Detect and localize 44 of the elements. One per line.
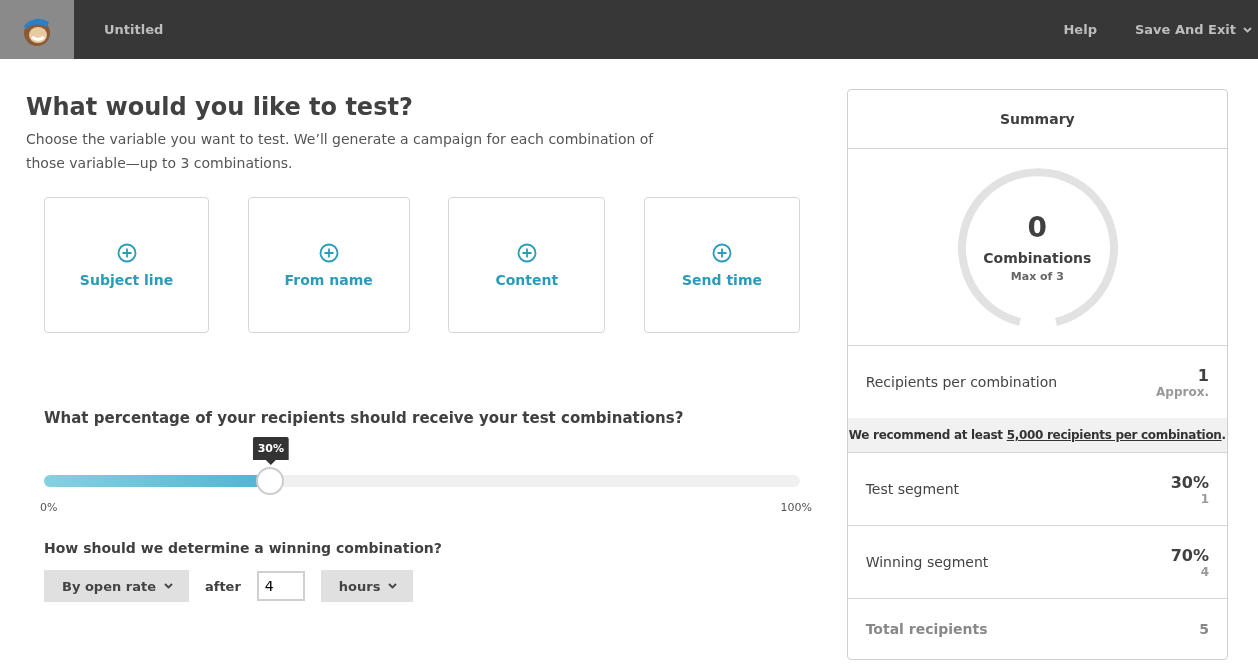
plus-circle-icon (711, 242, 732, 263)
recipients-label: Recipients per combination (865, 374, 1058, 390)
caret-icon (163, 583, 173, 589)
combinations-label: Combinations (983, 250, 1092, 266)
variable-card[interactable]: Send time (643, 197, 800, 333)
slider-thumb[interactable] (255, 467, 284, 495)
recommendation-link[interactable]: 5,000 recipients per combination (1006, 428, 1222, 442)
variable-card[interactable]: Content (448, 197, 606, 333)
segment-label: Test segment (865, 481, 960, 497)
segment-percent: 70% (1170, 545, 1209, 565)
save-and-exit-menu[interactable]: Save And Exit (1134, 22, 1252, 37)
approx-note: Approx. (1156, 384, 1209, 399)
caret-icon (388, 583, 398, 589)
campaign-title: Untitled (104, 22, 165, 37)
page-description: Choose the variable you want to test. We’ll generate a campaign for each combination of those variable—up to 3 combinations. (26, 130, 655, 173)
winner-question: How should we determine a winning combination? (44, 540, 443, 556)
value-tooltip: 30% (252, 437, 289, 465)
max-label: Max of 3 (1010, 270, 1064, 283)
recipients-value: 1 (1197, 365, 1209, 385)
unit-dropdown[interactable]: hours (320, 570, 414, 602)
segment-count: 4 (1200, 564, 1209, 579)
caret-icon (1243, 26, 1252, 33)
combination-count: 0 (1027, 211, 1048, 244)
segment-label: Winning segment (865, 554, 989, 570)
slider-track[interactable] (44, 467, 800, 495)
total-label: Total recipients (865, 621, 988, 637)
segment-percent: 30% (1170, 472, 1209, 492)
min-label: 0% (40, 501, 58, 514)
variable-card[interactable]: Subject line (44, 197, 209, 333)
plus-circle-icon (116, 242, 137, 263)
segment-count: 1 (1200, 491, 1209, 506)
metric-dropdown[interactable]: By open rate (44, 570, 189, 602)
summary-title: Summary (999, 111, 1075, 127)
plus-circle-icon (318, 242, 339, 263)
page-heading: What would you like to test? (26, 93, 414, 121)
max-label: 100% (780, 501, 812, 514)
recommendation-text: We recommend at least 5,000 recipients per combination. (848, 428, 1226, 442)
total-value: 5 (1199, 621, 1209, 637)
variable-card[interactable]: From name (247, 197, 410, 333)
duration-field[interactable]: 4 (256, 571, 305, 601)
percentage-question: What percentage of your recipients should receive your test combinations? (44, 409, 685, 427)
after-label: after (204, 578, 241, 594)
plus-circle-icon (516, 242, 537, 263)
help-link[interactable]: Help (1063, 22, 1097, 37)
